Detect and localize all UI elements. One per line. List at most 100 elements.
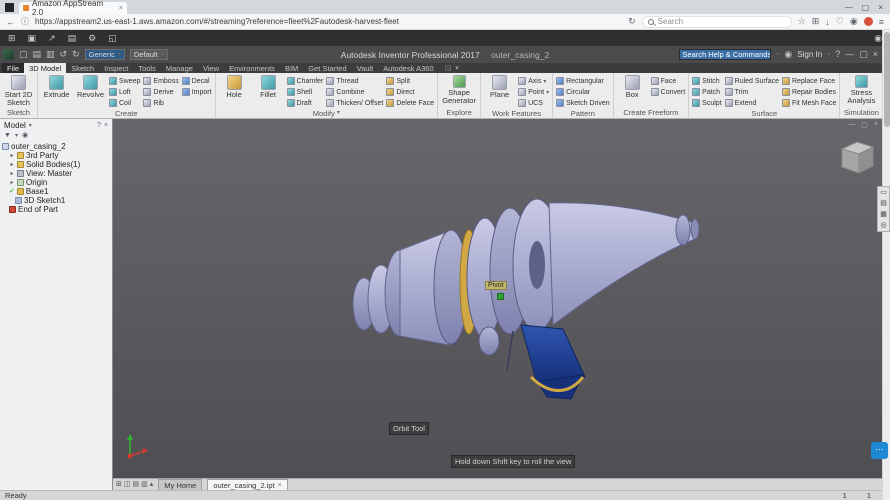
tab-file[interactable]: File	[2, 63, 24, 73]
layout-arrange-icon[interactable]: ▴	[150, 480, 154, 490]
tree-item-third-party[interactable]: ▸ 3rd Party	[2, 151, 112, 160]
new-file-icon[interactable]: ▢	[19, 50, 28, 59]
panel-help-icon[interactable]: ?	[97, 122, 101, 129]
appstream-fullscreen-icon[interactable]: ◱	[108, 33, 117, 44]
freeform-face-button[interactable]: Face	[651, 76, 686, 86]
3d-viewport[interactable]: — ▢ × Pivot Orbit Tool Hold down Shift k…	[113, 119, 890, 478]
stress-analysis-button[interactable]: Stress Analysis	[843, 75, 879, 107]
keyboard-icon[interactable]: ▦	[878, 209, 889, 220]
tab-3d-model[interactable]: 3D Model	[24, 63, 66, 73]
page-scrollbar[interactable]	[882, 30, 890, 500]
fillet-button[interactable]: Fillet	[253, 75, 284, 108]
group-dropdown-icon[interactable]: ▾	[337, 109, 340, 118]
import-button[interactable]: Import	[182, 87, 212, 97]
layout-columns-icon[interactable]: ▥	[141, 480, 148, 490]
freeform-box-button[interactable]: Box	[617, 75, 648, 107]
hole-button[interactable]: Hole	[219, 75, 250, 108]
tab-view[interactable]: View	[198, 63, 224, 73]
appstream-apps-icon[interactable]: ⊞	[8, 33, 16, 44]
appstream-launch-icon[interactable]: ↗	[48, 33, 56, 44]
appearance-combobox[interactable]: Default ▾	[130, 49, 168, 60]
help-search-box[interactable]: Search Help & Commands...	[679, 49, 771, 60]
undo-icon[interactable]: ↺	[60, 50, 68, 59]
emboss-button[interactable]: Emboss	[143, 76, 178, 86]
ribbon-panel-icon[interactable]: ◳	[445, 64, 452, 72]
tree-item-end-of-part[interactable]: End of Part	[2, 205, 112, 214]
download-icon[interactable]: ↓	[825, 17, 830, 27]
browser-menu-icon[interactable]: ≡	[879, 17, 884, 27]
expand-icon[interactable]: ▸	[9, 152, 15, 159]
plane-button[interactable]: Plane	[484, 75, 515, 108]
direct-button[interactable]: Direct	[386, 87, 434, 97]
shape-generator-button[interactable]: Shape Generator	[441, 75, 477, 107]
view-cube[interactable]	[834, 137, 880, 179]
tab-tools[interactable]: Tools	[133, 63, 161, 73]
open-file-icon[interactable]: ▤	[33, 50, 42, 59]
revolve-button[interactable]: Revolve	[75, 75, 106, 108]
patch-button[interactable]: Patch	[692, 87, 721, 97]
appstream-user-icon[interactable]: ◉	[874, 33, 882, 44]
repair-bodies-button[interactable]: Repair Bodies	[782, 87, 836, 97]
tab-close-icon[interactable]: ×	[119, 5, 123, 12]
replace-face-button[interactable]: Replace Face	[782, 76, 836, 86]
doc-close-icon[interactable]: ×	[874, 121, 878, 129]
split-button[interactable]: Split	[386, 76, 434, 86]
ruled-surface-button[interactable]: Ruled Surface	[725, 76, 779, 86]
tree-item-solid-bodies[interactable]: ▸ Solid Bodies(1)	[2, 160, 112, 169]
thicken-offset-button[interactable]: Thicken/ Offset	[326, 98, 383, 108]
tree-item-origin[interactable]: ▸ Origin	[2, 178, 112, 187]
chat-icon[interactable]: ⋯	[871, 442, 888, 459]
panel-close-icon[interactable]: ×	[104, 122, 108, 129]
draft-button[interactable]: Draft	[287, 98, 324, 108]
profile-icon[interactable]: ◉	[850, 16, 858, 27]
signin-dropdown-icon[interactable]: ▾	[827, 51, 830, 58]
trim-button[interactable]: Trim	[725, 87, 779, 97]
expand-icon[interactable]: ▸	[9, 179, 15, 186]
appstream-clipboard-icon[interactable]: ▤	[68, 33, 77, 44]
freeform-convert-button[interactable]: Convert	[651, 87, 686, 97]
doc-minimize-icon[interactable]: —	[848, 121, 855, 129]
extrude-button[interactable]: Extrude	[41, 75, 72, 108]
tab-vault[interactable]: Vault	[352, 63, 379, 73]
coil-button[interactable]: Coil	[109, 98, 140, 108]
delete-face-button[interactable]: Delete Face	[386, 98, 434, 108]
sweep-button[interactable]: Sweep	[109, 76, 140, 86]
filter-icon[interactable]: ▼	[4, 132, 11, 139]
window-minimize-icon[interactable]: —	[845, 3, 853, 12]
sketch-driven-button[interactable]: Sketch Driven	[556, 98, 610, 108]
ucs-button[interactable]: UCS	[518, 98, 549, 108]
refresh-icon[interactable]: ↻	[628, 16, 636, 27]
sculpt-button[interactable]: Sculpt	[692, 98, 721, 108]
account-avatar[interactable]	[864, 17, 873, 26]
tab-get-started[interactable]: Get Started	[303, 63, 351, 73]
thread-button[interactable]: Thread	[326, 76, 383, 86]
expand-icon[interactable]: ▸	[9, 161, 15, 168]
loft-button[interactable]: Loft	[109, 87, 140, 97]
tab-autodesk-a360[interactable]: Autodesk A360	[378, 63, 438, 73]
doc-restore-icon[interactable]: ▢	[861, 121, 868, 129]
extend-button[interactable]: Extend	[725, 98, 779, 108]
layout-rows-icon[interactable]: ▤	[133, 480, 140, 490]
apps-grid-icon[interactable]: ⊞	[812, 16, 820, 27]
circular-pattern-button[interactable]: Circular	[556, 87, 610, 97]
browser-search-box[interactable]: Search	[642, 16, 792, 28]
browser-user-icon[interactable]: ◉	[22, 131, 28, 139]
appstream-settings-icon[interactable]: ⚙	[88, 33, 96, 44]
tab-environments[interactable]: Environments	[224, 63, 280, 73]
doc-tab-close-icon[interactable]: ×	[278, 482, 282, 489]
shell-button[interactable]: Shell	[287, 87, 324, 97]
ribbon-collapse-icon[interactable]: ▾	[455, 64, 459, 72]
tab-bim[interactable]: BIM	[280, 63, 303, 73]
inventor-close-icon[interactable]: ×	[873, 50, 878, 59]
rib-button[interactable]: Rib	[143, 98, 178, 108]
inventor-minimize-icon[interactable]: —	[845, 50, 854, 59]
tree-item-3d-sketch1[interactable]: 3D Sketch1	[2, 196, 112, 205]
start-2d-sketch-button[interactable]: Start 2D Sketch	[3, 75, 34, 107]
window-close-icon[interactable]: ×	[878, 3, 883, 12]
fit-mesh-face-button[interactable]: Fit Mesh Face	[782, 98, 836, 108]
tree-item-view-master[interactable]: ▸ View: Master	[2, 169, 112, 178]
inventor-restore-icon[interactable]: ▢	[859, 50, 868, 59]
scrollbar-thumb[interactable]	[884, 32, 890, 127]
decal-button[interactable]: Decal	[182, 76, 212, 86]
window-restore-icon[interactable]: ▢	[862, 3, 870, 12]
